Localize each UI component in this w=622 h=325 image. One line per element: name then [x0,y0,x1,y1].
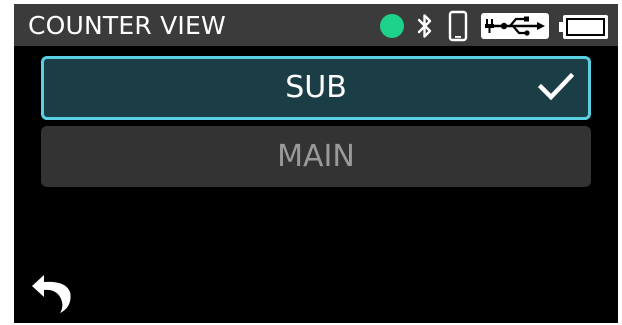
option-sub[interactable]: SUB [41,56,591,120]
phone-icon [448,10,468,42]
page-title: COUNTER VIEW [28,11,226,40]
status-dot-icon [380,14,404,38]
battery-icon [559,15,608,39]
usb-icon [481,13,549,39]
bluetooth-icon [417,14,432,38]
option-sub-label: SUB [285,70,347,105]
header-bar: COUNTER VIEW [14,4,618,46]
back-arrow-icon[interactable] [30,270,76,314]
device-screen: COUNTER VIEW SUB MAIN [14,4,618,323]
option-main[interactable]: MAIN [41,126,591,187]
option-main-label: MAIN [277,139,355,174]
check-icon [538,72,574,101]
